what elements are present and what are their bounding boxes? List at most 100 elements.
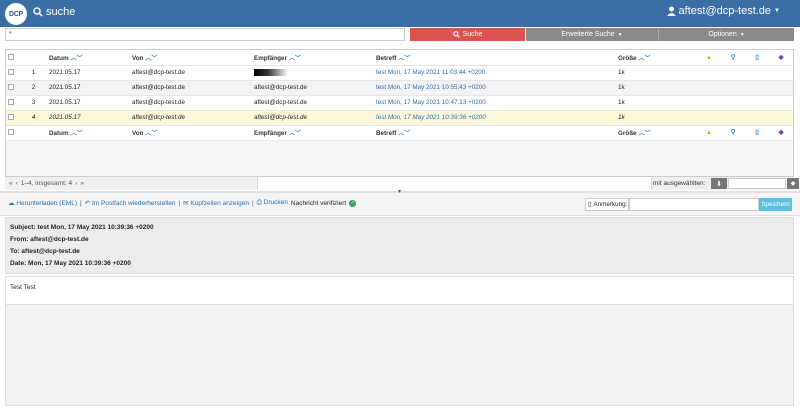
download-icon: ⬇ <box>716 180 722 188</box>
row-groesse: 1k <box>616 80 697 96</box>
table-row[interactable]: 1 2021.05.17 aftest@dcp-test.de test Mon… <box>6 65 793 81</box>
header-date: Date: Mon, 17 May 2021 10:39:36 +0200 <box>10 260 131 267</box>
row-checkbox[interactable] <box>8 99 14 106</box>
col-datum[interactable]: Datum ︿﹀ <box>47 50 130 66</box>
row-betreff-link[interactable]: test Mon, 17 May 2021 10:47:13 +0200 <box>374 95 616 111</box>
table-row[interactable]: 2 2021.05.17 aftest@dcp-test.de aftest@d… <box>6 80 793 96</box>
table-header-row: Datum ︿﹀ Von ︿﹀ Empfänger ︿﹀ Betreff ︿﹀ Größ… <box>6 50 793 66</box>
bulk-download-button[interactable]: ⬇ <box>711 178 727 189</box>
options-button[interactable]: Optionen ▼ <box>658 28 794 41</box>
sort-arrows-icon[interactable]: ︿﹀ <box>289 56 301 62</box>
advanced-search-button[interactable]: Erweiterte Suche ▼ <box>526 28 658 41</box>
document-icon[interactable]: ▯ <box>755 54 758 61</box>
tag-icon[interactable]: ◆ <box>779 129 784 136</box>
search-input[interactable] <box>5 28 405 41</box>
sort-arrows-icon[interactable]: ︿﹀ <box>639 56 651 62</box>
message-table-container: Datum ︿﹀ Von ︿﹀ Empfänger ︿﹀ Betreff ︿﹀ Größ… <box>5 49 794 190</box>
document-icon: ▯ <box>588 201 592 208</box>
warning-icon[interactable]: ▲ <box>706 54 712 61</box>
last-page-icon[interactable]: » <box>80 180 84 187</box>
col-von[interactable]: Von ︿﹀ <box>130 50 252 66</box>
check-circle-icon: ✓ <box>349 199 357 207</box>
top-search-label: suche <box>46 6 76 18</box>
message-body-empty <box>5 305 794 406</box>
caret-down-icon: ▼ <box>739 31 745 38</box>
col-betreff[interactable]: Betreff ︿﹀ <box>374 125 616 141</box>
tag-icon: ◆ <box>790 181 796 187</box>
sort-arrows-icon[interactable]: ︿﹀ <box>398 56 410 62</box>
message-body: Test Test <box>5 276 794 305</box>
sort-arrows-icon[interactable]: ︿﹀ <box>398 131 410 137</box>
options-label: Optionen <box>708 31 737 38</box>
verified-text: Nachricht verifiziert <box>290 199 347 207</box>
search-button-label: Suche <box>462 31 483 38</box>
show-headers-link[interactable]: ✉ Kopfzeilen anzeigen <box>183 199 249 207</box>
col-groesse[interactable]: Größe ︿﹀ <box>616 125 697 141</box>
top-search-link[interactable]: suche <box>33 6 75 18</box>
col-datum[interactable]: Datum ︿﹀ <box>47 125 130 141</box>
dcp-logo[interactable]: DCP <box>5 3 27 25</box>
search-icon <box>452 31 460 38</box>
save-button[interactable]: Speichern <box>759 198 792 211</box>
tag-icon[interactable]: ◆ <box>779 54 784 61</box>
prev-page-icon[interactable]: ‹ <box>16 180 18 187</box>
col-betreff[interactable]: Betreff ︿﹀ <box>374 50 616 66</box>
chevron-down-icon: ▼ <box>774 8 780 14</box>
row-checkbox[interactable] <box>8 114 14 121</box>
row-groesse: 1k <box>616 110 697 126</box>
first-page-icon[interactable]: « <box>9 180 13 187</box>
table-row-selected[interactable]: 4 2021.05.17 aftest@dcp-test.de aftest@d… <box>6 110 793 126</box>
bulk-tag-input[interactable] <box>728 178 786 189</box>
top-navbar: DCP suche aftest@dcp-test.de ▼ <box>0 0 800 27</box>
bulk-tag-button[interactable]: ◆ <box>787 178 799 189</box>
select-all-checkbox[interactable] <box>8 129 14 136</box>
annotation-input[interactable] <box>629 198 759 211</box>
row-betreff-link[interactable]: test Mon, 17 May 2021 11:03:44 +0200 <box>374 65 616 81</box>
search-button[interactable]: Suche <box>410 28 525 41</box>
attachment-icon[interactable]: ⚲ <box>731 129 736 136</box>
sort-arrows-icon[interactable]: ︿﹀ <box>71 131 83 137</box>
user-menu[interactable]: aftest@dcp-test.de ▼ <box>666 5 780 17</box>
row-von: aftest@dcp-test.de <box>130 95 252 111</box>
col-groesse[interactable]: Größe ︿﹀ <box>616 50 697 66</box>
sort-arrows-icon[interactable]: ︿﹀ <box>145 131 157 137</box>
row-empfaenger: aftest@dcp-test.de <box>252 80 374 96</box>
row-number: 1 <box>20 65 47 81</box>
row-betreff-link[interactable]: test Mon, 17 May 2021 10:39:36 +0200 <box>374 110 616 126</box>
sort-arrows-icon[interactable]: ︿﹀ <box>71 56 83 62</box>
table-row[interactable]: 3 2021.05.17 aftest@dcp-test.de aftest@d… <box>6 95 793 111</box>
select-all-checkbox[interactable] <box>8 54 14 61</box>
sort-arrows-icon[interactable]: ︿﹀ <box>145 56 157 62</box>
row-groesse: 1k <box>616 95 697 111</box>
next-page-icon[interactable]: › <box>75 180 77 187</box>
row-datum: 2021.05.17 <box>47 110 130 126</box>
search-icon <box>33 7 43 17</box>
sort-arrows-icon[interactable]: ︿﹀ <box>639 131 651 137</box>
print-link[interactable]: ⎙ Drucken <box>257 199 288 207</box>
pagination-spacer <box>257 177 652 190</box>
restore-link[interactable]: ↶ Im Postfach wiederherstellen <box>85 199 176 207</box>
message-headers: Subject: test Mon, 17 May 2021 10:39:36 … <box>5 217 794 274</box>
sort-arrows-icon[interactable]: ︿﹀ <box>289 131 301 137</box>
row-checkbox[interactable] <box>8 84 14 91</box>
row-von: aftest@dcp-test.de <box>130 65 252 81</box>
warning-icon[interactable]: ▲ <box>706 129 712 136</box>
col-empfaenger[interactable]: Empfänger ︿﹀ <box>252 50 374 66</box>
row-betreff-link[interactable]: test Mon, 17 May 2021 10:55:43 +0200 <box>374 80 616 96</box>
table-footer-row: Datum ︿﹀ Von ︿﹀ Empfänger ︿﹀ Betreff ︿﹀ Größ… <box>6 125 793 141</box>
row-empfaenger: aftest@dcp-test.de <box>252 95 374 111</box>
header-from: From: aftest@dcp-test.de <box>10 236 89 243</box>
row-number: 3 <box>20 95 47 111</box>
row-datum: 2021.05.17 <box>47 80 130 96</box>
row-checkbox[interactable] <box>8 69 14 76</box>
annotation-label: ▯ Anmerkung: <box>585 198 629 211</box>
document-icon[interactable]: ▯ <box>755 129 758 136</box>
attachment-icon[interactable]: ⚲ <box>731 54 736 61</box>
col-von[interactable]: Von ︿﹀ <box>130 125 252 141</box>
row-empfaenger: aftest@dcp-test.de <box>252 110 374 126</box>
message-table: Datum ︿﹀ Von ︿﹀ Empfänger ︿﹀ Betreff ︿﹀ Größ… <box>6 50 793 141</box>
download-eml-link[interactable]: ☁ Herunterladen (EML) <box>8 199 77 207</box>
user-email: aftest@dcp-test.de <box>678 5 772 17</box>
row-von: aftest@dcp-test.de <box>130 80 252 96</box>
col-empfaenger[interactable]: Empfänger ︿﹀ <box>252 125 374 141</box>
